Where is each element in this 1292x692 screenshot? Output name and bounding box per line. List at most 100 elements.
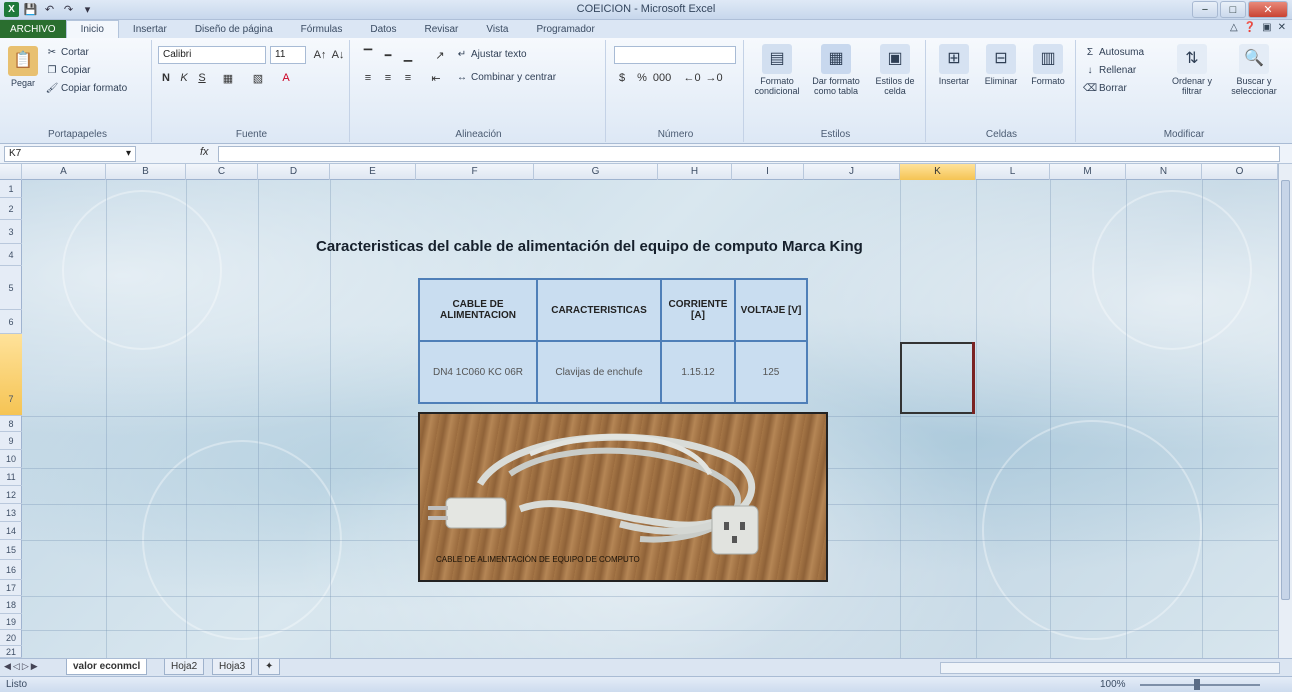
formula-input[interactable] — [218, 146, 1280, 162]
row-header[interactable]: 10 — [0, 450, 22, 468]
tab-page-layout[interactable]: Diseño de página — [181, 20, 287, 38]
vertical-scrollbar[interactable] — [1278, 164, 1292, 658]
column-header[interactable]: L — [976, 164, 1050, 180]
align-left-icon[interactable]: ≡ — [360, 70, 376, 86]
sheet-tab[interactable]: Hoja2 — [164, 659, 205, 675]
cell-grid[interactable]: Caracteristicas del cable de alimentació… — [22, 180, 1278, 658]
row-header[interactable]: 11 — [0, 468, 22, 486]
table-header-cell[interactable]: CABLE DE ALIMENTACION — [418, 278, 538, 342]
comma-style-icon[interactable]: 000 — [653, 70, 671, 86]
zoom-slider[interactable] — [1140, 684, 1260, 686]
row-header[interactable]: 5 — [0, 266, 22, 310]
table-cell[interactable]: DN4 1C060 KC 06R — [418, 340, 538, 404]
font-name-combo[interactable]: Calibri — [158, 46, 266, 64]
font-size-combo[interactable]: 11 — [270, 46, 306, 64]
table-header-cell[interactable]: CARACTERISTICAS — [536, 278, 662, 342]
table-cell[interactable]: Clavijas de enchufe — [536, 340, 662, 404]
underline-icon[interactable]: S — [194, 70, 210, 86]
column-header[interactable]: N — [1126, 164, 1202, 180]
clear-button[interactable]: ⌫ Borrar — [1083, 82, 1127, 94]
copy-button[interactable]: ❐ Copiar — [46, 64, 91, 76]
row-header[interactable]: 15 — [0, 540, 22, 560]
sheet-tab[interactable]: valor econmcl — [66, 659, 148, 675]
active-cell-k7[interactable] — [900, 342, 974, 414]
align-right-icon[interactable]: ≡ — [400, 70, 416, 86]
fill-handle[interactable] — [972, 342, 975, 414]
minimize-button[interactable]: − — [1192, 1, 1218, 18]
shrink-font-icon[interactable]: A↓ — [330, 47, 346, 63]
row-header[interactable]: 12 — [0, 486, 22, 504]
horizontal-scrollbar[interactable] — [940, 662, 1280, 674]
table-cell[interactable]: 1.15.12 — [660, 340, 736, 404]
row-header[interactable]: 8 — [0, 416, 22, 432]
merge-center-button[interactable]: ↔ Combinar y centrar — [456, 71, 556, 83]
column-header[interactable]: I — [732, 164, 804, 180]
cut-button[interactable]: ✂ Cortar — [46, 46, 89, 58]
fill-button[interactable]: ↓ Rellenar — [1084, 64, 1137, 76]
maximize-button[interactable]: □ — [1220, 1, 1246, 18]
delete-cells-button[interactable]: ⊟ Eliminar — [978, 44, 1024, 86]
sheet-tab[interactable]: Hoja3 — [212, 659, 253, 675]
zoom-slider-thumb[interactable] — [1194, 679, 1200, 690]
vertical-scroll-thumb[interactable] — [1281, 180, 1290, 600]
name-box[interactable]: K7 ▾ — [4, 146, 136, 162]
currency-icon[interactable]: $ — [614, 70, 630, 86]
align-center-icon[interactable]: ≡ — [380, 70, 396, 86]
row-header[interactable]: 21 — [0, 646, 22, 658]
wrap-text-button[interactable]: ↵ Ajustar texto — [456, 48, 527, 60]
close-button[interactable]: ✕ — [1248, 1, 1288, 18]
zoom-level[interactable]: 100% — [1100, 679, 1126, 690]
row-header[interactable]: 20 — [0, 630, 22, 646]
tab-data[interactable]: Datos — [356, 20, 410, 38]
percent-icon[interactable]: % — [634, 70, 650, 86]
row-header[interactable]: 14 — [0, 522, 22, 540]
close-workbook-icon[interactable]: ✕ — [1278, 22, 1286, 33]
sheet-nav-arrows-icon[interactable]: ◀◁▷▶ — [4, 661, 40, 672]
borders-icon[interactable]: ▦ — [220, 70, 236, 86]
column-header-selected[interactable]: K — [900, 164, 976, 180]
grow-font-icon[interactable]: A↑ — [312, 47, 328, 63]
insert-cells-button[interactable]: ⊞ Insertar — [932, 44, 976, 86]
italic-icon[interactable]: K — [176, 70, 192, 86]
tab-file[interactable]: ARCHIVO — [0, 20, 66, 38]
restore-window-icon[interactable]: ▣ — [1262, 22, 1271, 33]
format-cells-button[interactable]: ▥ Formato — [1026, 44, 1070, 86]
row-header[interactable]: 13 — [0, 504, 22, 522]
table-cell[interactable]: 125 — [734, 340, 808, 404]
fx-icon[interactable]: fx — [200, 146, 209, 158]
column-header[interactable]: B — [106, 164, 186, 180]
row-header[interactable]: 6 — [0, 310, 22, 334]
find-select-button[interactable]: 🔍 Buscar y seleccionar — [1224, 44, 1284, 96]
column-header[interactable]: D — [258, 164, 330, 180]
row-header[interactable]: 18 — [0, 596, 22, 614]
paste-button[interactable]: 📋 Pegar — [8, 46, 38, 88]
row-header[interactable]: 1 — [0, 180, 22, 198]
bold-icon[interactable]: N — [158, 70, 174, 86]
tab-insert[interactable]: Insertar — [119, 20, 181, 38]
align-top-icon[interactable]: ▔ — [360, 47, 376, 63]
column-header[interactable]: M — [1050, 164, 1126, 180]
tab-view[interactable]: Vista — [472, 20, 522, 38]
align-bottom-icon[interactable]: ▁ — [400, 47, 416, 63]
column-header[interactable]: A — [22, 164, 106, 180]
increase-decimal-icon[interactable]: ←0 — [683, 70, 700, 86]
column-header[interactable]: H — [658, 164, 732, 180]
number-format-combo[interactable] — [614, 46, 736, 64]
help-icon[interactable]: ❓ — [1244, 22, 1256, 33]
row-header-selected[interactable]: 7 — [0, 334, 22, 416]
row-header[interactable]: 16 — [0, 560, 22, 580]
column-header[interactable]: F — [416, 164, 534, 180]
column-header[interactable]: C — [186, 164, 258, 180]
tab-developer[interactable]: Programador — [522, 20, 608, 38]
tab-formulas[interactable]: Fórmulas — [287, 20, 357, 38]
select-all-corner[interactable] — [0, 164, 22, 180]
format-table-button[interactable]: ▦ Dar formato como tabla — [806, 44, 866, 96]
fill-color-icon[interactable]: ▧ — [250, 70, 266, 86]
column-header[interactable]: G — [534, 164, 658, 180]
orientation-icon[interactable]: ↗ — [432, 47, 448, 63]
row-header[interactable]: 9 — [0, 432, 22, 450]
minimize-ribbon-icon[interactable]: △ — [1230, 22, 1238, 33]
row-header[interactable]: 2 — [0, 198, 22, 220]
font-color-icon[interactable]: A — [278, 70, 294, 86]
autosum-button[interactable]: Σ Autosuma — [1084, 46, 1144, 58]
